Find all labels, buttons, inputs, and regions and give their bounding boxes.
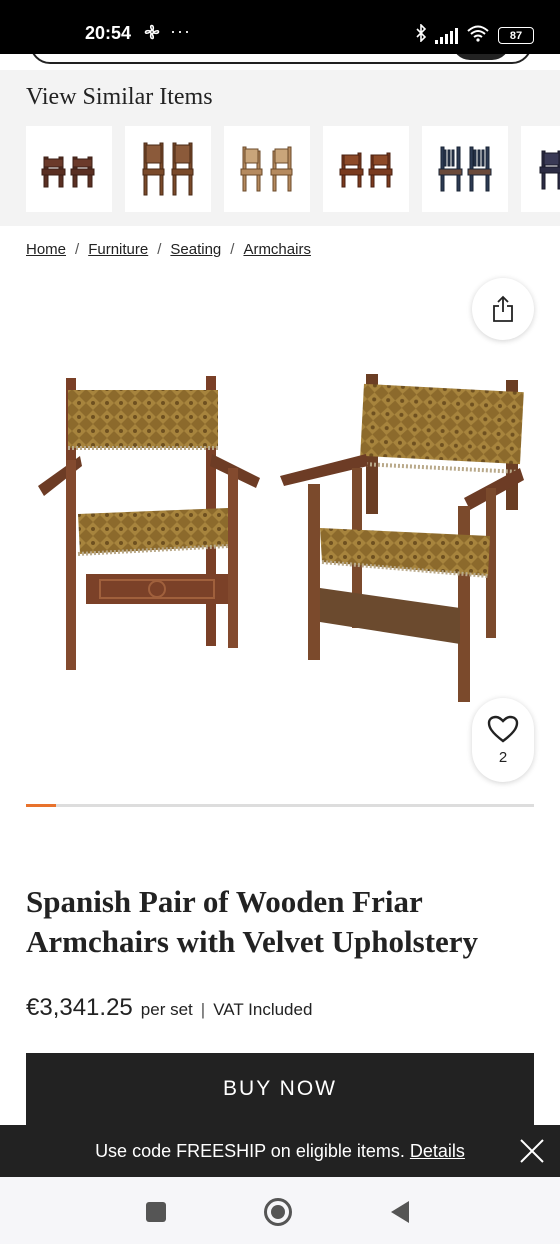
- promo-details-link[interactable]: Details: [410, 1141, 465, 1161]
- status-time: 20:54: [85, 23, 132, 43]
- product-title: Spanish Pair of Wooden Friar Armchairs w…: [26, 884, 479, 959]
- similar-item-thumbnail-5[interactable]: [422, 126, 508, 212]
- signal-icon: [435, 27, 458, 44]
- wifi-icon: [466, 24, 490, 47]
- share-button[interactable]: [472, 278, 534, 340]
- search-input[interactable]: [30, 54, 532, 64]
- price-row: €3,341.25 per set | VAT Included: [26, 994, 312, 1022]
- promo-banner: Use code FREESHIP on eligible items. Det…: [0, 1125, 560, 1177]
- promo-text: Use code FREESHIP on eligible items.: [95, 1141, 405, 1161]
- square-icon: [146, 1202, 166, 1222]
- recent-apps-button[interactable]: [139, 1195, 173, 1229]
- similar-item-thumbnail-2[interactable]: [125, 126, 211, 212]
- favorite-count: 2: [498, 748, 508, 766]
- gallery-progress: [26, 804, 534, 807]
- breadcrumb-furniture[interactable]: Furniture: [88, 241, 148, 258]
- similar-item-thumbnail-3[interactable]: [224, 126, 310, 212]
- similar-items-title: View Similar Items: [26, 84, 213, 110]
- bluetooth-icon: [415, 23, 427, 47]
- similar-item-thumbnail-1[interactable]: [26, 126, 112, 212]
- vat-note: VAT Included: [213, 1000, 313, 1019]
- back-button[interactable]: [383, 1195, 417, 1229]
- battery-icon: 87: [498, 27, 534, 44]
- breadcrumb-separator: /: [230, 241, 235, 258]
- breadcrumb: Home / Furniture / Seating / Armchairs: [26, 241, 311, 258]
- similar-item-thumbnail-4[interactable]: [323, 126, 409, 212]
- breadcrumb-home[interactable]: Home: [26, 241, 66, 258]
- product-image: [38, 374, 524, 702]
- right-armchair: [280, 374, 524, 702]
- back-triangle-icon: [391, 1201, 409, 1223]
- circle-icon: [264, 1198, 292, 1226]
- status-more: ···: [170, 21, 191, 41]
- search-bar-edge: [0, 54, 560, 70]
- home-button[interactable]: [261, 1195, 295, 1229]
- status-bar: 20:54 ··· 87: [0, 0, 560, 54]
- product-gallery[interactable]: 2: [0, 268, 560, 798]
- similar-items-section: View Similar Items: [0, 70, 560, 226]
- close-icon[interactable]: [518, 1137, 546, 1165]
- breadcrumb-separator: /: [157, 241, 162, 258]
- left-armchair: [38, 376, 260, 670]
- price-unit: per set: [140, 1000, 193, 1019]
- gallery-progress-fill: [26, 804, 57, 807]
- system-navigation-bar: [0, 1177, 560, 1244]
- status-icons: 87: [415, 23, 534, 47]
- promo-message: Use code FREESHIP on eligible items. Det…: [0, 1141, 560, 1162]
- similar-items-carousel[interactable]: [26, 126, 560, 212]
- favorite-button[interactable]: 2: [472, 698, 534, 782]
- heart-icon: [487, 715, 519, 743]
- similar-item-thumbnail-6[interactable]: [521, 126, 560, 212]
- breadcrumb-armchairs[interactable]: Armchairs: [243, 241, 311, 258]
- fan-icon: [143, 23, 161, 46]
- breadcrumb-separator: /: [75, 241, 80, 258]
- buy-now-button[interactable]: BUY NOW: [26, 1053, 534, 1125]
- price-separator: |: [200, 1000, 206, 1019]
- breadcrumb-seating[interactable]: Seating: [170, 241, 221, 258]
- battery-level: 87: [509, 29, 523, 42]
- share-icon: [493, 295, 513, 322]
- product-price: €3,341.25: [26, 994, 133, 1021]
